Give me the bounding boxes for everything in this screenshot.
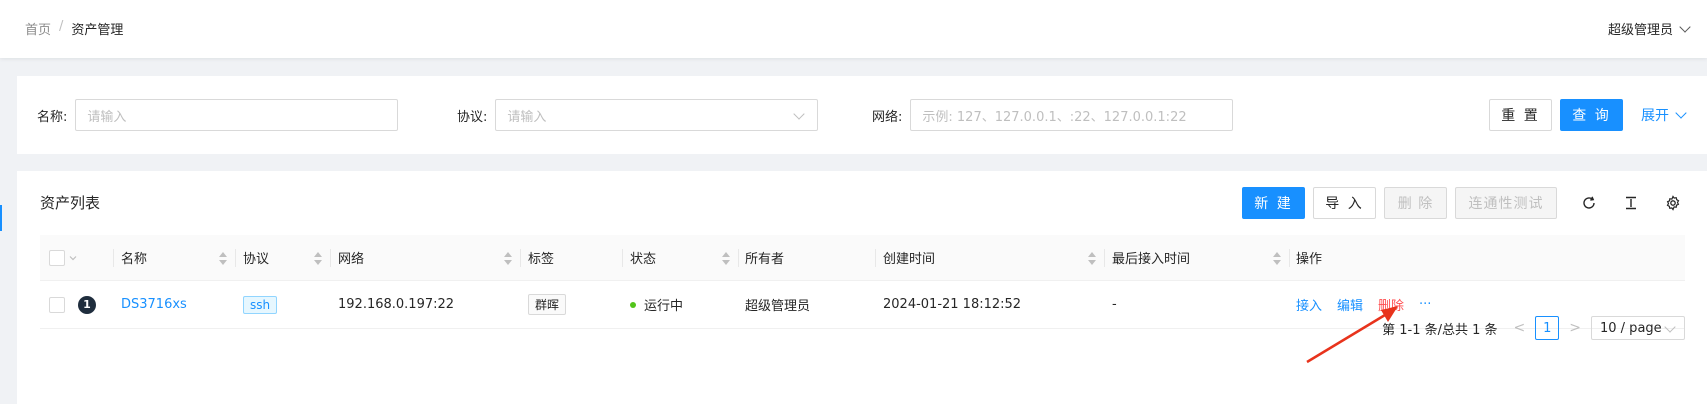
status-text: 运行中 — [644, 299, 684, 314]
sort-icon[interactable] — [219, 252, 227, 265]
created-cell: 2024-01-21 18:12:52 — [883, 297, 1022, 312]
chevron-down-icon — [1664, 321, 1676, 333]
reset-button[interactable]: 重 置 — [1489, 99, 1552, 131]
breadcrumb-home[interactable]: 首页 — [25, 19, 51, 38]
sort-icon[interactable] — [722, 252, 730, 265]
protocol-filter-placeholder: 请输入 — [507, 109, 547, 125]
expand-label: 展开 — [1641, 108, 1669, 124]
table-toolbar: 新 建 导 入 删 除 连通性测试 — [1242, 187, 1687, 219]
row-index: 1 — [78, 281, 96, 328]
edit-link[interactable]: 编辑 — [1337, 295, 1363, 314]
column-divider — [235, 249, 236, 267]
page-size-value: 10 / page — [1600, 320, 1662, 336]
chevron-down-icon — [1675, 107, 1687, 119]
chevron-down-icon[interactable] — [68, 253, 78, 263]
protocol-filter: 协议: 请输入 — [457, 99, 819, 131]
name-filter: 名称: 请输入 — [37, 99, 399, 131]
sort-icon[interactable] — [314, 252, 322, 265]
column-header-actions: 操作 — [1296, 252, 1323, 267]
breadcrumb-current: 资产管理 — [71, 23, 124, 38]
owner-cell: 超级管理员 — [745, 299, 811, 314]
status-dot-icon — [630, 301, 636, 308]
column-header-network[interactable]: 网络 — [338, 235, 364, 280]
name-filter-label: 名称: — [37, 109, 68, 125]
column-header-last-access[interactable]: 最后接入时间 — [1112, 235, 1190, 280]
protocol-filter-select[interactable]: 请输入 — [495, 99, 819, 131]
column-divider — [1289, 249, 1290, 267]
breadcrumb: 首页 / 资产管理 — [25, 19, 123, 38]
search-panel: 名称: 请输入 协议: 请输入 网络: 示例: 127、127.0.0.1、:2… — [17, 76, 1707, 154]
protocol-cell: ssh — [243, 281, 278, 328]
name-filter-input[interactable]: 请输入 — [75, 99, 399, 131]
table-title: 资产列表 — [40, 194, 101, 212]
page-size-select[interactable]: 10 / page — [1591, 316, 1685, 340]
import-button[interactable]: 导 入 — [1313, 187, 1376, 219]
tags-cell: 群晖 — [528, 281, 567, 328]
column-divider — [622, 249, 623, 267]
network-filter-placeholder: 示例: 127、127.0.0.1、:22、127.0.0.1:22 — [922, 109, 1187, 125]
pagination-summary: 第 1-1 条/总共 1 条 — [1382, 322, 1498, 338]
expand-toggle[interactable]: 展开 — [1641, 105, 1687, 125]
column-header-owner: 所有者 — [745, 252, 785, 267]
chevron-down-icon — [793, 108, 806, 120]
column-divider — [875, 249, 876, 267]
row-checkbox[interactable] — [49, 296, 65, 313]
delete-button[interactable]: 删 除 — [1384, 187, 1447, 219]
pagination: 第 1-1 条/总共 1 条 < 1 > 10 / page — [1382, 316, 1685, 340]
sort-icon[interactable] — [1273, 252, 1281, 265]
prev-page-icon[interactable]: < — [1514, 320, 1526, 336]
select-all-checkbox[interactable] — [49, 249, 65, 266]
column-divider — [330, 249, 331, 267]
network-filter: 网络: 示例: 127、127.0.0.1、:22、127.0.0.1:22 — [872, 99, 1234, 131]
column-divider — [520, 249, 521, 267]
column-header-tags: 标签 — [528, 252, 555, 267]
asset-name-link[interactable]: DS3716xs — [121, 281, 187, 328]
connect-link[interactable]: 接入 — [1296, 295, 1322, 314]
network-filter-input[interactable]: 示例: 127、127.0.0.1、:22、127.0.0.1:22 — [910, 99, 1234, 131]
user-menu[interactable]: 超级管理员 — [1607, 19, 1691, 38]
chevron-down-icon — [1679, 20, 1691, 33]
column-header-name[interactable]: 名称 — [121, 235, 147, 280]
name-filter-placeholder: 请输入 — [87, 109, 127, 125]
column-divider — [1104, 249, 1105, 267]
top-header: 首页 / 资产管理 超级管理员 — [0, 0, 1707, 58]
row-select[interactable] — [49, 281, 65, 328]
density-icon[interactable] — [1617, 189, 1645, 217]
sort-icon[interactable] — [1088, 252, 1096, 265]
search-actions: 重 置 查 询 展开 — [1489, 99, 1687, 131]
settings-icon[interactable] — [1659, 189, 1687, 217]
refresh-icon[interactable] — [1575, 189, 1603, 217]
delete-link[interactable]: 删除 — [1378, 295, 1404, 314]
row-index-badge: 1 — [78, 295, 96, 314]
protocol-filter-label: 协议: — [457, 109, 488, 125]
asset-table-card: 资产列表 新 建 导 入 删 除 连通性测试 名称 协议 网络 标签 状态 所有… — [17, 171, 1707, 404]
asset-table: 名称 协议 网络 标签 状态 所有者 创建时间 最后接入时间 操作 1 DS37… — [40, 235, 1685, 329]
table-header: 名称 协议 网络 标签 状态 所有者 创建时间 最后接入时间 操作 — [40, 235, 1685, 281]
connectivity-test-button[interactable]: 连通性测试 — [1455, 187, 1557, 219]
new-button[interactable]: 新 建 — [1242, 187, 1305, 219]
column-header-created[interactable]: 创建时间 — [883, 235, 935, 280]
column-header-status[interactable]: 状态 — [630, 235, 656, 280]
nav-active-indicator — [0, 205, 2, 231]
more-actions-icon[interactable]: ··· — [1419, 297, 1431, 312]
column-divider — [738, 249, 739, 267]
page-number-current[interactable]: 1 — [1535, 316, 1560, 340]
breadcrumb-separator: / — [59, 19, 64, 34]
column-header-protocol[interactable]: 协议 — [243, 235, 269, 280]
network-filter-label: 网络: — [872, 109, 903, 125]
column-divider — [113, 249, 114, 267]
next-page-icon[interactable]: > — [1569, 320, 1581, 336]
asset-tag: 群晖 — [528, 294, 567, 315]
user-name: 超级管理员 — [1607, 23, 1673, 38]
protocol-tag: ssh — [243, 295, 278, 314]
select-all[interactable] — [49, 235, 78, 280]
sort-icon[interactable] — [504, 252, 512, 265]
last-access-cell: - — [1112, 297, 1117, 312]
status-cell: 运行中 — [630, 281, 683, 328]
query-button[interactable]: 查 询 — [1560, 99, 1623, 131]
network-cell: 192.168.0.197:22 — [338, 297, 455, 312]
